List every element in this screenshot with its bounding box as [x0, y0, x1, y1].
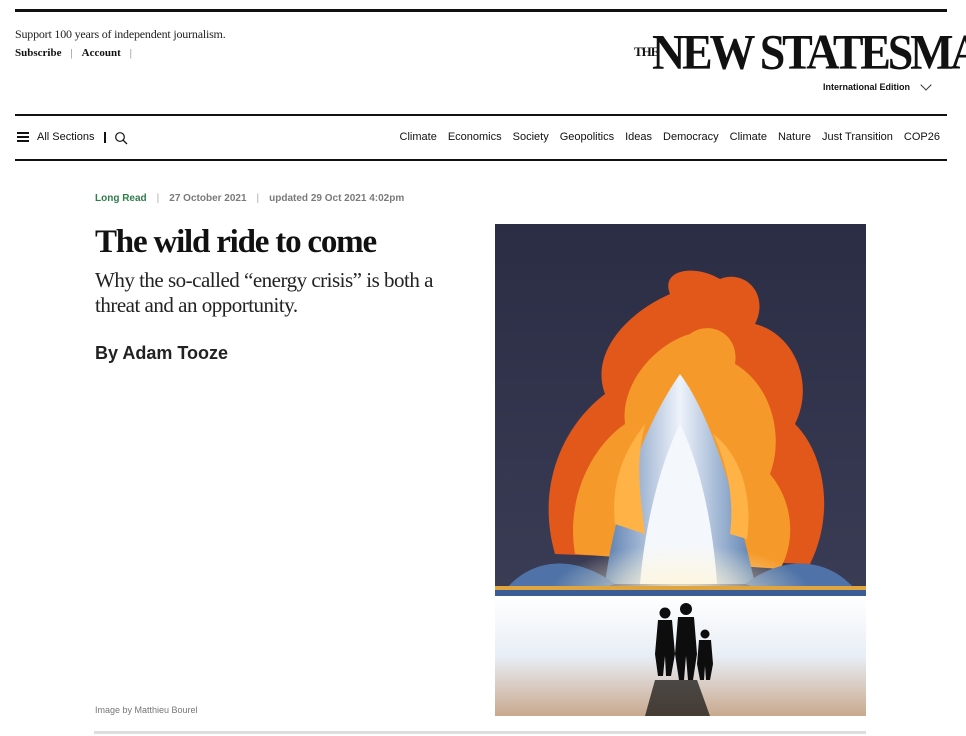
account-links: Subscribe | Account |	[15, 47, 141, 59]
nav-item-climate-2[interactable]: Climate	[730, 131, 767, 143]
masthead-name: NEW STATESMAN	[652, 24, 966, 80]
category-link[interactable]: Long Read	[95, 193, 147, 204]
article-title: The wild ride to come	[95, 224, 377, 260]
hero-image	[495, 224, 866, 716]
nav-rule-bottom	[15, 159, 947, 161]
masthead-the: THE	[634, 44, 659, 59]
support-tagline: Support 100 years of independent journal…	[15, 27, 226, 41]
article-standfirst: Why the so-called “energy crisis” is bot…	[95, 268, 433, 317]
meta-separator: |	[256, 193, 260, 204]
author-link[interactable]: By Adam Tooze	[95, 343, 228, 363]
image-credit: Image by Matthieu Bourel	[95, 705, 198, 715]
nav-item-nature[interactable]: Nature	[778, 131, 811, 143]
nav-item-ideas[interactable]: Ideas	[625, 131, 652, 143]
hamburger-icon	[17, 132, 29, 142]
subscribe-link[interactable]: Subscribe	[15, 47, 61, 59]
nav-item-climate[interactable]: Climate	[400, 131, 437, 143]
edition-selector[interactable]: International Edition	[823, 79, 932, 92]
nav-item-cop26[interactable]: COP26	[904, 131, 940, 143]
nav-item-just-transition[interactable]: Just Transition	[822, 131, 893, 143]
section-nav: Climate Economics Society Geopolitics Id…	[400, 131, 940, 143]
meta-separator: |	[156, 193, 160, 204]
all-sections-label: All Sections	[37, 131, 95, 143]
account-link[interactable]: Account	[82, 47, 121, 59]
nav-rule-top	[15, 114, 947, 116]
separator: |	[70, 47, 73, 59]
edition-label: International Edition	[823, 82, 910, 92]
nav-item-geopolitics[interactable]: Geopolitics	[560, 131, 614, 143]
byline: By Adam Tooze	[95, 343, 228, 364]
publish-date: 27 October 2021	[169, 193, 247, 204]
search-icon[interactable]	[114, 131, 128, 145]
separator: |	[129, 47, 132, 59]
chevron-down-icon	[920, 79, 932, 91]
content-divider	[94, 731, 866, 734]
top-rule	[15, 9, 947, 12]
masthead-logo[interactable]: THE NEW STATESMAN	[634, 26, 966, 77]
nav-item-economics[interactable]: Economics	[448, 131, 502, 143]
all-sections-button[interactable]: All Sections	[17, 131, 94, 143]
nav-divider	[104, 132, 106, 143]
article-meta: Long Read | 27 October 2021 | updated 29…	[95, 193, 404, 204]
nav-item-democracy[interactable]: Democracy	[663, 131, 719, 143]
updated-date: updated 29 Oct 2021 4:02pm	[269, 193, 405, 204]
nav-item-society[interactable]: Society	[513, 131, 549, 143]
